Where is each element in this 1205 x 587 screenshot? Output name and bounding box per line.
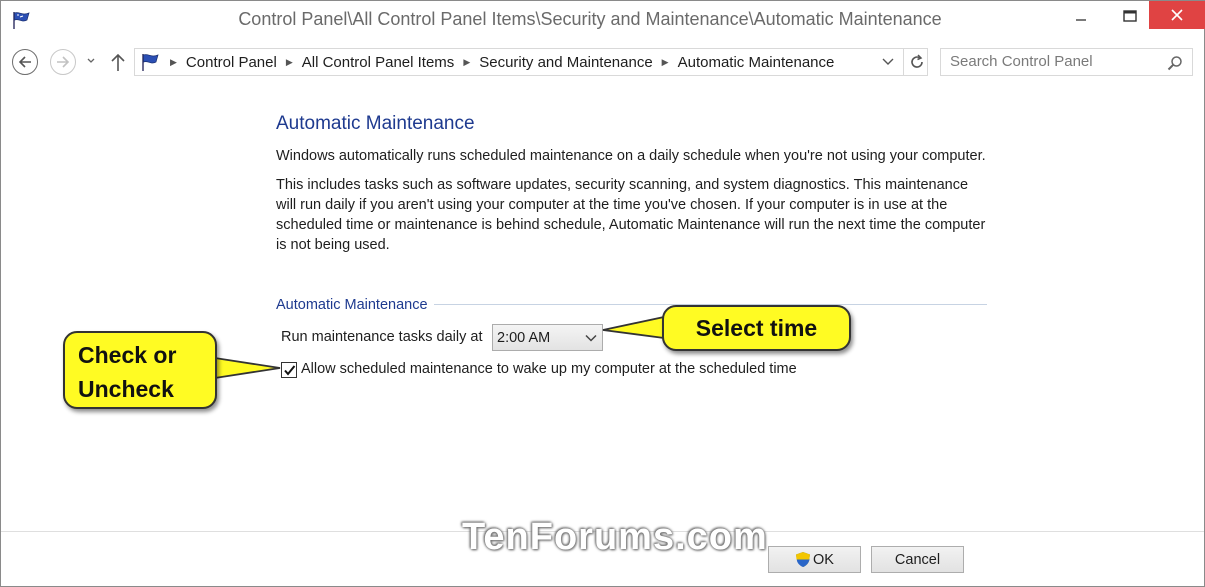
maximize-button[interactable] bbox=[1107, 1, 1153, 31]
group-label: Automatic Maintenance bbox=[276, 297, 430, 313]
chevron-right-icon[interactable]: ▶ bbox=[286, 57, 293, 68]
refresh-icon bbox=[910, 54, 923, 68]
chevron-right-icon[interactable]: ▶ bbox=[170, 57, 177, 68]
maintenance-time-select[interactable]: 2:00 AM bbox=[492, 324, 603, 351]
window-title: Control Panel\All Control Panel Items\Se… bbox=[238, 9, 942, 29]
address-bar[interactable]: ▶ Control Panel ▶ All Control Panel Item… bbox=[134, 48, 928, 76]
forward-button[interactable] bbox=[50, 49, 76, 75]
control-panel-flag-icon bbox=[142, 54, 159, 71]
checkmark-icon bbox=[283, 364, 295, 376]
select-time-callout: Select time bbox=[662, 305, 851, 351]
main-content: Automatic Maintenance Windows automatica… bbox=[276, 113, 988, 264]
page-title: Automatic Maintenance bbox=[276, 113, 475, 134]
recent-locations-chevron-icon[interactable] bbox=[84, 53, 98, 69]
search-icon[interactable] bbox=[1167, 55, 1183, 71]
check-callout-line2: Uncheck bbox=[78, 376, 174, 402]
breadcrumb-control-panel[interactable]: Control Panel bbox=[186, 54, 277, 71]
run-time-label: Run maintenance tasks daily at bbox=[281, 329, 483, 345]
site-watermark: TenForums.com bbox=[462, 516, 768, 558]
refresh-button[interactable] bbox=[903, 49, 929, 75]
search-placeholder: Search Control Panel bbox=[950, 53, 1093, 70]
details-text: This includes tasks such as software upd… bbox=[276, 177, 986, 253]
close-button[interactable] bbox=[1149, 1, 1205, 29]
check-uncheck-callout: Check or Uncheck bbox=[63, 331, 217, 409]
minimize-button[interactable] bbox=[1058, 1, 1104, 31]
arrow-left-icon bbox=[18, 56, 31, 68]
search-input[interactable]: Search Control Panel bbox=[940, 48, 1193, 76]
check-callout-line1: Check or bbox=[78, 342, 177, 368]
wake-computer-label[interactable]: Allow scheduled maintenance to wake up m… bbox=[301, 361, 797, 377]
minimize-icon bbox=[1076, 19, 1086, 21]
control-panel-window: Control Panel\All Control Panel Items\Se… bbox=[0, 0, 1205, 587]
title-bar[interactable]: Control Panel\All Control Panel Items\Se… bbox=[1, 1, 1205, 39]
cancel-button-label: Cancel bbox=[894, 551, 941, 568]
chevron-right-icon[interactable]: ▶ bbox=[662, 57, 669, 68]
select-time-callout-text: Select time bbox=[695, 314, 818, 341]
maintenance-settings-group: Automatic Maintenance bbox=[276, 297, 987, 317]
uac-shield-icon bbox=[796, 552, 811, 567]
navigation-bar: ▶ Control Panel ▶ All Control Panel Item… bbox=[1, 39, 1204, 85]
cancel-button[interactable]: Cancel bbox=[871, 546, 964, 573]
chevron-down-icon bbox=[585, 334, 597, 342]
up-arrow-icon[interactable] bbox=[108, 51, 128, 73]
maximize-icon bbox=[1123, 10, 1137, 22]
breadcrumb-automatic-maintenance[interactable]: Automatic Maintenance bbox=[678, 54, 835, 71]
close-icon bbox=[1171, 9, 1183, 21]
ok-button[interactable]: OK bbox=[768, 546, 861, 573]
breadcrumb-all-items[interactable]: All Control Panel Items bbox=[302, 54, 455, 71]
intro-text: Windows automatically runs scheduled mai… bbox=[276, 148, 986, 164]
arrow-right-icon bbox=[57, 56, 70, 68]
back-button[interactable] bbox=[12, 49, 38, 75]
breadcrumb-security-maintenance[interactable]: Security and Maintenance bbox=[479, 54, 652, 71]
wake-computer-checkbox[interactable] bbox=[281, 362, 297, 378]
chevron-right-icon[interactable]: ▶ bbox=[463, 57, 470, 68]
time-select-value: 2:00 AM bbox=[497, 329, 551, 346]
ok-button-label: OK bbox=[813, 551, 834, 568]
address-history-chevron-icon[interactable] bbox=[881, 55, 895, 69]
